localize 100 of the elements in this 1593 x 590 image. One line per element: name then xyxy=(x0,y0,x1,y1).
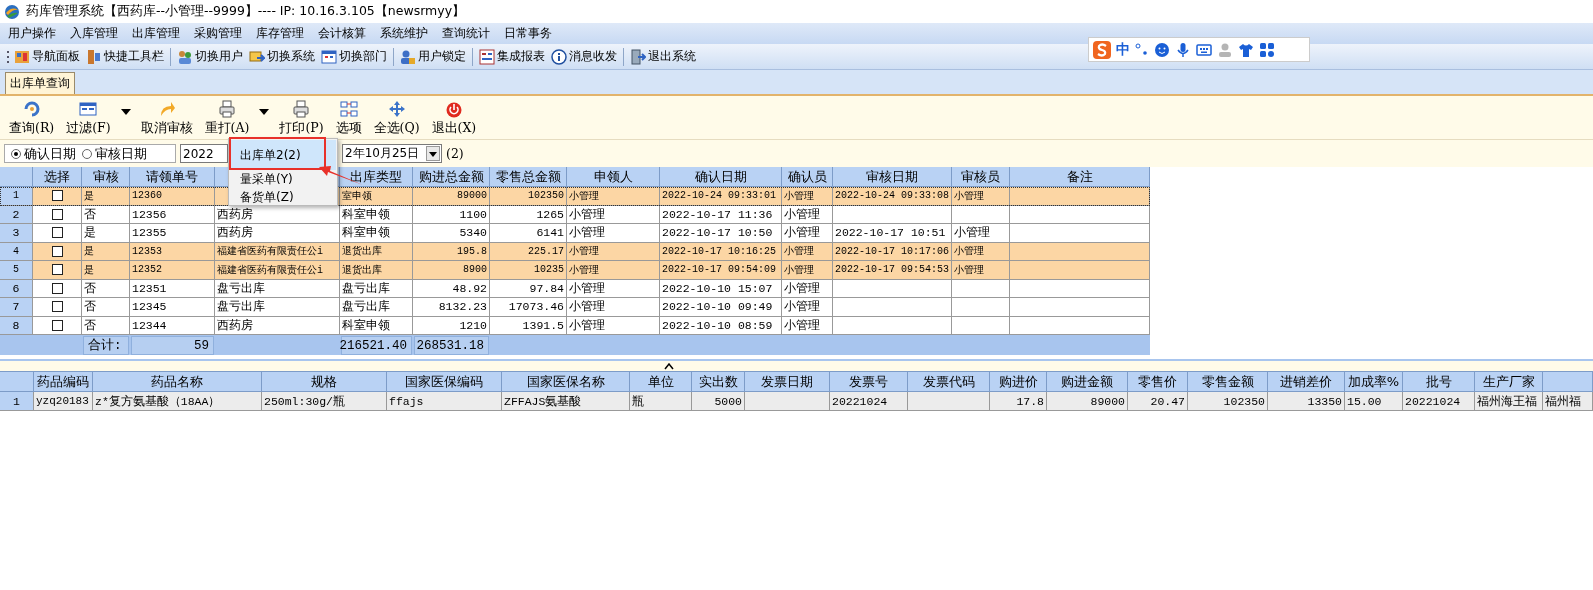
menu-item[interactable]: 量采单(Y) xyxy=(230,170,336,188)
column-header[interactable]: 请领单号 xyxy=(130,167,215,187)
table-cell: 8900 xyxy=(413,261,490,280)
toolbar-button[interactable]: 用户锁定 xyxy=(398,47,468,66)
column-header[interactable]: 零售总金额 xyxy=(490,167,567,187)
row-number: 7 xyxy=(0,298,33,317)
checkbox[interactable] xyxy=(51,319,63,331)
table-cell: 盘亏出库 xyxy=(215,298,340,317)
toolbar-button[interactable]: 退出系统 xyxy=(628,47,698,66)
table-cell: 10235 xyxy=(490,261,567,280)
column-header[interactable]: 确认员 xyxy=(782,167,833,187)
table-row[interactable]: 3 是 12355 西药房 科室申领 5340 6141 小管理 2022-10-17 10:50 小管理 2022-10-17 10:51 小管理 xyxy=(0,224,1150,243)
toolbar-button[interactable]: 消息收发 xyxy=(549,47,619,66)
column-header[interactable]: 国家医保名称 xyxy=(502,372,630,392)
column-header[interactable]: 审核 xyxy=(82,167,130,187)
toolbar-button[interactable]: 取消审核 xyxy=(137,100,196,139)
column-header[interactable]: 发票日期 xyxy=(745,372,830,392)
menu-item[interactable]: 用户操作 xyxy=(2,25,62,42)
menu-item[interactable]: 日常事务 xyxy=(498,25,558,42)
table-row[interactable]: 7 否 12345 盘亏出库 盘亏出库 8132.23 17073.46 小管理 2022-10-10 09:49 小管理 xyxy=(0,298,1150,317)
menu-item[interactable]: 采购管理 xyxy=(188,25,248,42)
window-title: 药库管理系统【西药库--小管理--9999】---- IP: 10.16.3.105【newsrmyy】 xyxy=(26,3,466,20)
menu-item[interactable]: 入库管理 xyxy=(64,25,124,42)
column-header[interactable]: 购进总金额 xyxy=(413,167,490,187)
toolbar-button[interactable]: 全选(Q) xyxy=(370,100,423,139)
ime-mode[interactable]: 中 xyxy=(1116,40,1130,59)
table-cell: 小管理 xyxy=(952,261,1010,280)
checkbox[interactable] xyxy=(51,208,63,220)
column-header[interactable]: 发票号 xyxy=(830,372,908,392)
toolbar-button[interactable]: 过滤(F) xyxy=(63,100,114,139)
table-cell: 是 xyxy=(82,224,130,243)
toolbar-button[interactable]: 切换用户 xyxy=(175,47,245,66)
toolbar-button[interactable]: 查询(R) xyxy=(6,100,58,139)
toolbar-button[interactable]: 退出(X) xyxy=(428,100,480,139)
menu-item[interactable]: 查询统计 xyxy=(436,25,496,42)
checkbox[interactable] xyxy=(51,264,63,276)
total-label: 合计: xyxy=(83,336,129,355)
table-cell: 12352 xyxy=(130,261,215,280)
column-header[interactable]: 单位 xyxy=(630,372,692,392)
column-header[interactable]: 药品名称 xyxy=(93,372,262,392)
toolbar-button[interactable]: 导航面板 xyxy=(12,47,82,66)
table-cell: 250ml:30g/瓶 xyxy=(262,392,387,411)
table-cell: 17073.46 xyxy=(490,298,567,317)
column-header[interactable]: 规格 xyxy=(262,372,387,392)
toolbar-button[interactable]: 选项 xyxy=(332,100,365,139)
column-header[interactable]: 药品编码 xyxy=(34,372,93,392)
column-header[interactable]: 选择 xyxy=(33,167,82,187)
column-header[interactable]: 零售金额 xyxy=(1188,372,1268,392)
caret-up-icon xyxy=(664,362,674,370)
column-header[interactable]: 购进金额 xyxy=(1047,372,1128,392)
menu-item[interactable]: 系统维护 xyxy=(374,25,434,42)
radio-button[interactable]: 确认日期 xyxy=(11,144,76,163)
app-logo-icon xyxy=(4,3,20,20)
toolbar-button[interactable]: 打印(P) xyxy=(276,100,327,139)
column-header[interactable]: 生产厂家 xyxy=(1475,372,1543,392)
toolbar-button[interactable]: 切换部门 xyxy=(319,47,389,66)
column-header[interactable]: 出库类型 xyxy=(340,167,413,187)
column-header[interactable]: 审核日期 xyxy=(833,167,952,187)
checkbox[interactable] xyxy=(51,282,63,294)
checkbox[interactable] xyxy=(51,227,63,239)
date-field[interactable]: 2022 xyxy=(180,144,228,163)
table-cell: 福州海王福 xyxy=(1475,392,1543,411)
table-cell: 否 xyxy=(82,298,130,317)
column-header[interactable]: 加成率% xyxy=(1345,372,1403,392)
column-header[interactable]: 进销差价 xyxy=(1268,372,1345,392)
tab[interactable]: 出库单查询 xyxy=(5,72,75,94)
column-header[interactable]: 批号 xyxy=(1403,372,1475,392)
table-row[interactable]: 1 yzq20183 z*复方氨基酸（18AA） 250ml:30g/瓶 ffajs ZFFAJS氨基酸 瓶 5000 20221024 17.8 89000 20.47 102350 13350 15.00 20221024 福州海王福 福州福 xyxy=(0,392,1593,411)
menu-item[interactable]: 备货单(Z) xyxy=(230,188,336,206)
table-cell: 89000 xyxy=(413,187,490,206)
checkbox[interactable] xyxy=(51,245,63,257)
menu-item[interactable]: 库存管理 xyxy=(250,25,310,42)
column-header[interactable]: 备注 xyxy=(1010,167,1150,187)
toolbar-button[interactable]: 重打(A) xyxy=(201,100,253,139)
menu-item[interactable]: 出库管理 xyxy=(126,25,186,42)
date-field[interactable]: 2年10月25日 xyxy=(342,144,442,163)
smiley-icon xyxy=(1154,41,1170,58)
column-header[interactable]: 零售价 xyxy=(1128,372,1188,392)
toolbar-button[interactable]: 快捷工具栏 xyxy=(84,47,166,66)
checkbox[interactable] xyxy=(51,190,63,202)
column-header[interactable]: 确认日期 xyxy=(660,167,782,187)
table-row[interactable]: 5 是 12352 福建省医药有限责任公i 退货出库 8900 10235 小管理 2022-10-17 09:54:09 小管理 2022-10-17 09:54:53 小管理 xyxy=(0,261,1150,280)
checkbox[interactable] xyxy=(51,301,63,313)
toolbar-button[interactable]: 集成报表 xyxy=(477,47,547,66)
table-cell: 福州福 xyxy=(1543,392,1593,411)
toolbar-button[interactable]: 切换系统 xyxy=(247,47,317,66)
column-header[interactable]: 实出数 xyxy=(692,372,745,392)
column-header[interactable]: 申领人 xyxy=(567,167,660,187)
ime-logo-icon xyxy=(1093,40,1111,59)
column-header[interactable]: 发票代码 xyxy=(908,372,990,392)
grid-icon xyxy=(1259,41,1275,58)
column-header[interactable]: 审核员 xyxy=(952,167,1010,187)
column-header[interactable]: 购进价 xyxy=(990,372,1047,392)
person-icon xyxy=(1217,41,1233,58)
radio-button[interactable]: 审核日期 xyxy=(82,144,147,163)
column-header[interactable]: 国家医保编码 xyxy=(387,372,502,392)
menu-item[interactable]: 会计核算 xyxy=(312,25,372,42)
table-cell: 89000 xyxy=(1047,392,1128,411)
row-number: 1 xyxy=(0,187,33,206)
menu-item[interactable]: 出库单2(2) xyxy=(230,140,336,170)
